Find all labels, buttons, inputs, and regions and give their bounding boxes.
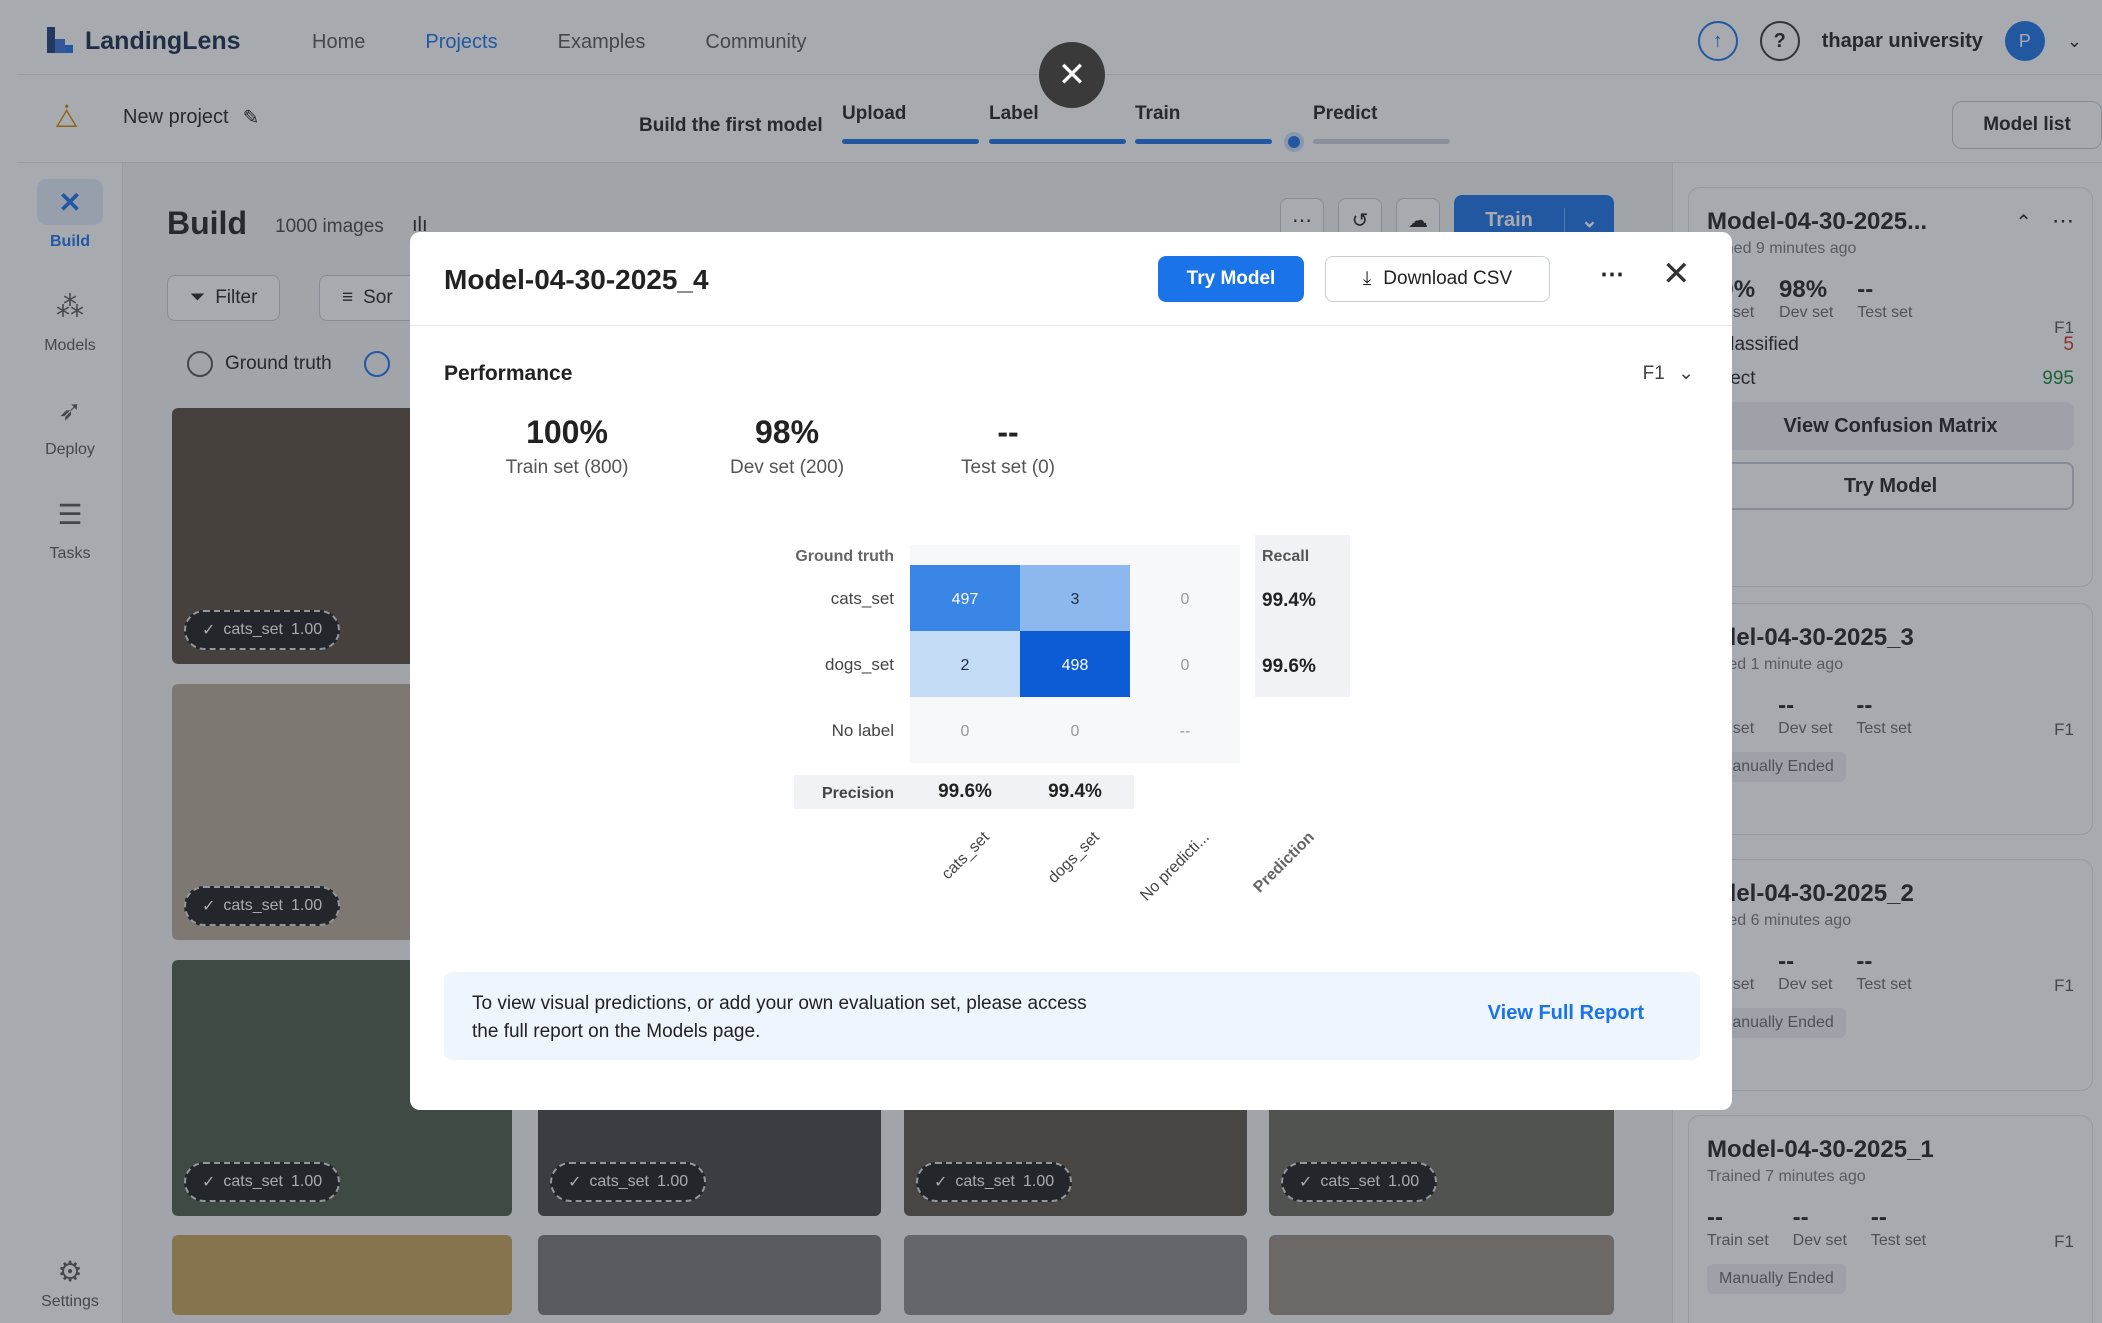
info-line-2: the full report on the Models page.	[472, 1021, 761, 1042]
precision-label: Precision	[822, 785, 894, 802]
cell-value: 497	[952, 591, 979, 608]
ground-truth-axis-label: Ground truth	[795, 548, 894, 565]
recall-value: 99.6%	[1262, 656, 1316, 677]
close-icon[interactable]: ✕	[1039, 42, 1105, 108]
cell-value: 0	[1181, 591, 1190, 608]
column-label: cats_set	[939, 828, 994, 883]
precision-value: 99.4%	[1048, 781, 1102, 802]
row-label: dogs_set	[825, 655, 894, 674]
confusion-matrix: Ground truth Recall cats_set 497 3 0 99.4% dogs…	[794, 535, 1350, 905]
cell-value: 2	[961, 657, 970, 674]
recall-value: 99.4%	[1262, 590, 1316, 611]
column-label: dogs_set	[1045, 828, 1103, 886]
cell-value: 0	[1071, 723, 1080, 740]
cell-value: 0	[1181, 657, 1190, 674]
info-line-1: To view visual predictions, or add your …	[472, 993, 1087, 1014]
cell-value: 498	[1062, 657, 1089, 674]
model-details-modal: Model-04-30-2025_4 Try Model ⤓ Download …	[410, 232, 1732, 1110]
row-label: No label	[832, 721, 894, 740]
cell-value: --	[1180, 723, 1191, 740]
recall-header: Recall	[1262, 548, 1309, 565]
cell-value: 0	[961, 723, 970, 740]
prediction-axis-label: Prediction	[1250, 829, 1317, 896]
report-info-banner: To view visual predictions, or add your …	[444, 972, 1700, 1060]
row-label: cats_set	[831, 589, 895, 608]
precision-value: 99.6%	[938, 781, 992, 802]
info-text: To view visual predictions, or add your …	[472, 990, 1087, 1046]
view-full-report-link[interactable]: View Full Report	[1488, 1002, 1644, 1025]
column-label: No predicti...	[1137, 829, 1213, 905]
cell-value: 3	[1071, 591, 1080, 608]
